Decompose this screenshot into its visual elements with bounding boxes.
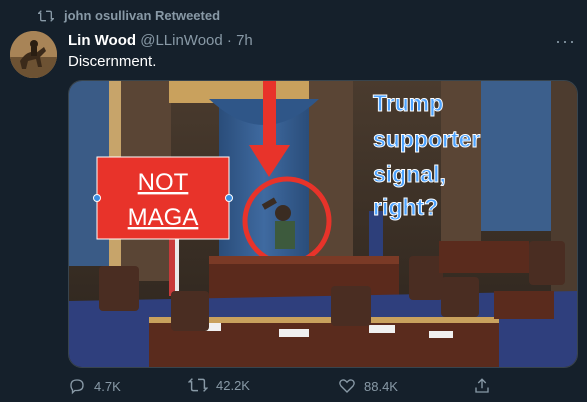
timestamp[interactable]: 7h [236, 32, 253, 49]
retweet-icon [188, 378, 208, 392]
tweet-text: Discernment. [68, 53, 157, 70]
more-icon[interactable]: ··· [555, 31, 576, 52]
reply-icon [70, 379, 84, 395]
caption-line-2: supporter [373, 126, 480, 152]
retweet-button[interactable]: 42.2K [188, 377, 250, 393]
share-icon [475, 378, 489, 393]
avatar[interactable] [10, 31, 57, 78]
reply-button[interactable]: 4.7K [68, 377, 121, 395]
like-button[interactable]: 88.4K [338, 377, 398, 395]
retweet-indicator[interactable]: john osullivan Retweeted [38, 8, 220, 23]
author-handle[interactable]: @LLinWood [140, 32, 223, 49]
sign-line-1: NOT [138, 169, 189, 196]
caption-line-3: signal, [373, 161, 446, 187]
tweet-actions: 4.7K 42.2K 88.4K [68, 377, 538, 395]
caption-line-1: Trump [373, 90, 443, 116]
retweet-count: 42.2K [216, 377, 250, 393]
separator: · [226, 32, 232, 49]
caption-line-4: right? [373, 194, 438, 220]
tweet-header: Lin Wood @LLinWood · 7h [68, 32, 253, 49]
retweet-icon [38, 9, 54, 22]
share-button[interactable] [473, 377, 499, 395]
retweet-label: john osullivan Retweeted [64, 8, 221, 23]
author-name[interactable]: Lin Wood [68, 32, 136, 49]
tweet-media[interactable]: NOT MAGA Trump supporter signal, right? [68, 80, 578, 368]
sign-line-2: MAGA [128, 204, 199, 231]
reply-count: 4.7K [94, 378, 121, 394]
senate-chamber-photo: NOT MAGA Trump supporter signal, right? [69, 81, 577, 367]
like-icon [339, 379, 355, 393]
like-count: 88.4K [364, 378, 398, 394]
